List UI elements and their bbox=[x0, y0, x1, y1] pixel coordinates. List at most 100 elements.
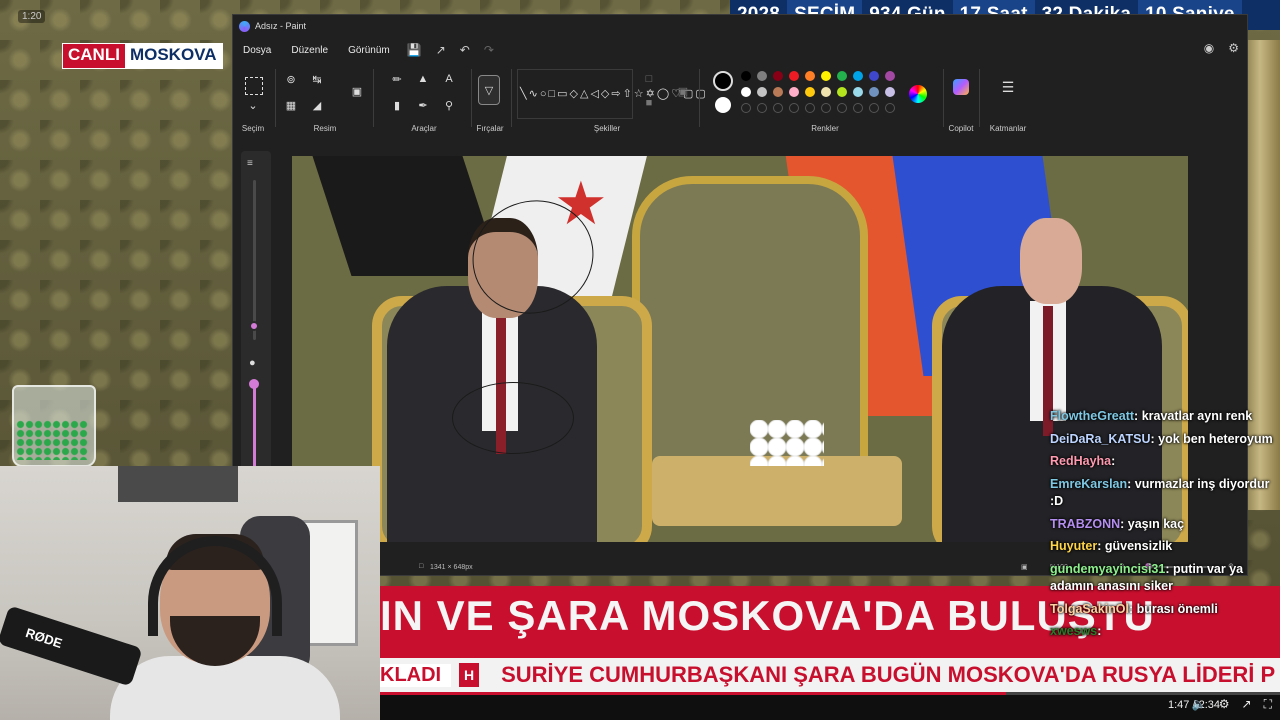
text-tool-icon[interactable]: A bbox=[441, 71, 457, 87]
color-swatch[interactable] bbox=[757, 87, 767, 97]
save-icon[interactable]: 💾 bbox=[407, 43, 422, 57]
pencil-icon[interactable]: ✏ bbox=[389, 71, 405, 87]
color-swatch[interactable] bbox=[869, 71, 879, 81]
color-swatch[interactable] bbox=[741, 87, 751, 97]
color-swatch[interactable] bbox=[773, 87, 783, 97]
account-icon[interactable]: ◉ bbox=[1204, 41, 1214, 55]
color-swatch[interactable] bbox=[805, 71, 815, 81]
shape-outline-icon[interactable]: □ bbox=[641, 71, 657, 87]
copilot-icon[interactable] bbox=[953, 79, 969, 95]
settings-icon[interactable]: ⚙ bbox=[1219, 697, 1230, 712]
group-label-brushes: Fırçalar bbox=[476, 124, 504, 133]
chat-username[interactable]: Huyuter bbox=[1050, 539, 1097, 553]
chat-username[interactable]: TolgaSakinOl bbox=[1050, 602, 1129, 616]
ribbon-divider bbox=[275, 69, 276, 127]
image-group: ⊚ ↹ ▣ ▦ ◢ Resim bbox=[279, 65, 371, 135]
select-rectangle-icon[interactable] bbox=[245, 77, 263, 95]
chat-username[interactable]: DeiDaRa_KATSU bbox=[1050, 432, 1151, 446]
brush-size-icon: ≡ bbox=[247, 158, 253, 169]
webcam-feed: RØDE bbox=[0, 466, 380, 720]
menu-file[interactable]: Dosya bbox=[233, 45, 281, 56]
custom-color-slot[interactable] bbox=[885, 103, 895, 113]
volume-icon[interactable]: 🔈 bbox=[1192, 697, 1207, 712]
primary-color-swatch[interactable] bbox=[713, 71, 733, 91]
custom-color-slot[interactable] bbox=[789, 103, 799, 113]
layers-icon[interactable]: ☰ bbox=[1000, 79, 1016, 95]
fit-to-window-icon[interactable]: ▣ bbox=[1021, 563, 1028, 571]
chat-text: güvensizlik bbox=[1104, 539, 1173, 553]
custom-color-slot[interactable] bbox=[741, 103, 751, 113]
color-swatch[interactable] bbox=[821, 71, 831, 81]
color-swatch[interactable] bbox=[805, 87, 815, 97]
magnifier-icon[interactable]: ⚲ bbox=[441, 97, 457, 113]
crop-icon[interactable]: ⊚ bbox=[283, 71, 299, 87]
color-swatch[interactable] bbox=[869, 87, 879, 97]
custom-color-slot[interactable] bbox=[853, 103, 863, 113]
chat-username[interactable]: RedHayha bbox=[1050, 454, 1111, 468]
remove-background-icon[interactable]: ▦ bbox=[283, 97, 299, 113]
undo-icon[interactable]: ↶ bbox=[460, 43, 470, 57]
fill-bucket-icon[interactable]: ▲ bbox=[415, 71, 431, 87]
chat-username[interactable]: EmreKarslan bbox=[1050, 477, 1127, 491]
color-swatch[interactable] bbox=[837, 87, 847, 97]
chat-username[interactable]: FlowtheGreatt bbox=[1050, 409, 1134, 423]
group-label-image: Resim bbox=[313, 124, 337, 133]
opacity-slider[interactable] bbox=[253, 383, 256, 473]
color-swatch[interactable] bbox=[837, 71, 847, 81]
brush-size-slider-thumb[interactable] bbox=[249, 321, 259, 331]
shape-size-icon[interactable]: ▣ bbox=[675, 83, 691, 99]
image-select-icon[interactable]: ▣ bbox=[349, 83, 365, 99]
tools-group: ✏ ▲ A ▮ ✒ ⚲ Araçlar bbox=[379, 65, 469, 135]
color-swatch[interactable] bbox=[757, 71, 767, 81]
share-icon[interactable]: ↗ bbox=[1242, 697, 1252, 712]
jar-coins bbox=[16, 420, 88, 460]
paint-title-bar[interactable]: Adsız - Paint bbox=[233, 15, 1247, 37]
brush-size-slider[interactable] bbox=[253, 180, 256, 340]
chat-username[interactable]: xwesws bbox=[1050, 624, 1097, 638]
mic-brand: RØDE bbox=[23, 624, 65, 651]
color-swatch[interactable] bbox=[741, 71, 751, 81]
color-swatch[interactable] bbox=[789, 87, 799, 97]
menu-edit[interactable]: Düzenle bbox=[281, 45, 338, 56]
edit-colors-icon[interactable] bbox=[909, 85, 927, 103]
color-swatch[interactable] bbox=[853, 71, 863, 81]
chat-message: EmreKarslan: vurmazlar inş diyordur :D bbox=[1050, 476, 1270, 509]
menu-view[interactable]: Görünüm bbox=[338, 45, 400, 56]
share-icon[interactable]: ↗ bbox=[436, 43, 446, 57]
custom-color-slot[interactable] bbox=[837, 103, 847, 113]
menu-bar: Dosya Düzenle Görünüm 💾 ↗ ↶ ↷ bbox=[233, 39, 1247, 61]
custom-color-slot[interactable] bbox=[773, 103, 783, 113]
custom-color-slot[interactable] bbox=[869, 103, 879, 113]
custom-color-slot[interactable] bbox=[805, 103, 815, 113]
color-swatch[interactable] bbox=[773, 71, 783, 81]
rotate-icon[interactable]: ◢ bbox=[309, 97, 325, 113]
custom-color-slot[interactable] bbox=[757, 103, 767, 113]
shapes-gallery[interactable]: ╲∿○□▭◇△◁◇⇨⇧☆✡◯♡▢▢ bbox=[517, 69, 706, 119]
opacity-slider-thumb[interactable] bbox=[249, 379, 259, 389]
chat-username[interactable]: TRABZONN bbox=[1050, 517, 1120, 531]
player-icons: 🔈 ⚙ ↗ ⛶ bbox=[1192, 697, 1272, 712]
fullscreen-icon[interactable]: ⛶ bbox=[1264, 697, 1272, 712]
streamer-shirt bbox=[110, 656, 340, 720]
resize-icon[interactable]: ↹ bbox=[309, 71, 325, 87]
wall-shelf bbox=[118, 466, 238, 502]
redo-icon[interactable]: ↷ bbox=[484, 43, 494, 57]
custom-color-slot[interactable] bbox=[821, 103, 831, 113]
select-dropdown-icon[interactable]: ⌄ bbox=[245, 97, 261, 113]
ticker-text: SURİYE CUMHURBAŞKANI ŞARA BUGÜN MOSKOVA'… bbox=[501, 662, 1276, 687]
brushes-group: ▽ Fırçalar bbox=[473, 65, 507, 135]
color-swatch[interactable] bbox=[853, 87, 863, 97]
eraser-icon[interactable]: ▮ bbox=[389, 97, 405, 113]
color-swatch[interactable] bbox=[821, 87, 831, 97]
settings-gear-icon[interactable]: ⚙ bbox=[1228, 41, 1239, 55]
color-swatch[interactable] bbox=[885, 87, 895, 97]
chat-username[interactable]: gundemyayincisi31 bbox=[1050, 562, 1165, 576]
shape-fill-icon[interactable]: ■ bbox=[641, 95, 657, 111]
color-swatch[interactable] bbox=[789, 71, 799, 81]
color-picker-icon[interactable]: ✒ bbox=[415, 97, 431, 113]
chat-text: yaşın kaç bbox=[1127, 516, 1185, 531]
video-player-controls: 1:47 / 2:34 🔈 ⚙ ↗ ⛶ bbox=[380, 692, 1280, 720]
color-swatch[interactable] bbox=[885, 71, 895, 81]
brush-icon[interactable]: ▽ bbox=[478, 75, 500, 105]
secondary-color-swatch[interactable] bbox=[715, 97, 731, 113]
